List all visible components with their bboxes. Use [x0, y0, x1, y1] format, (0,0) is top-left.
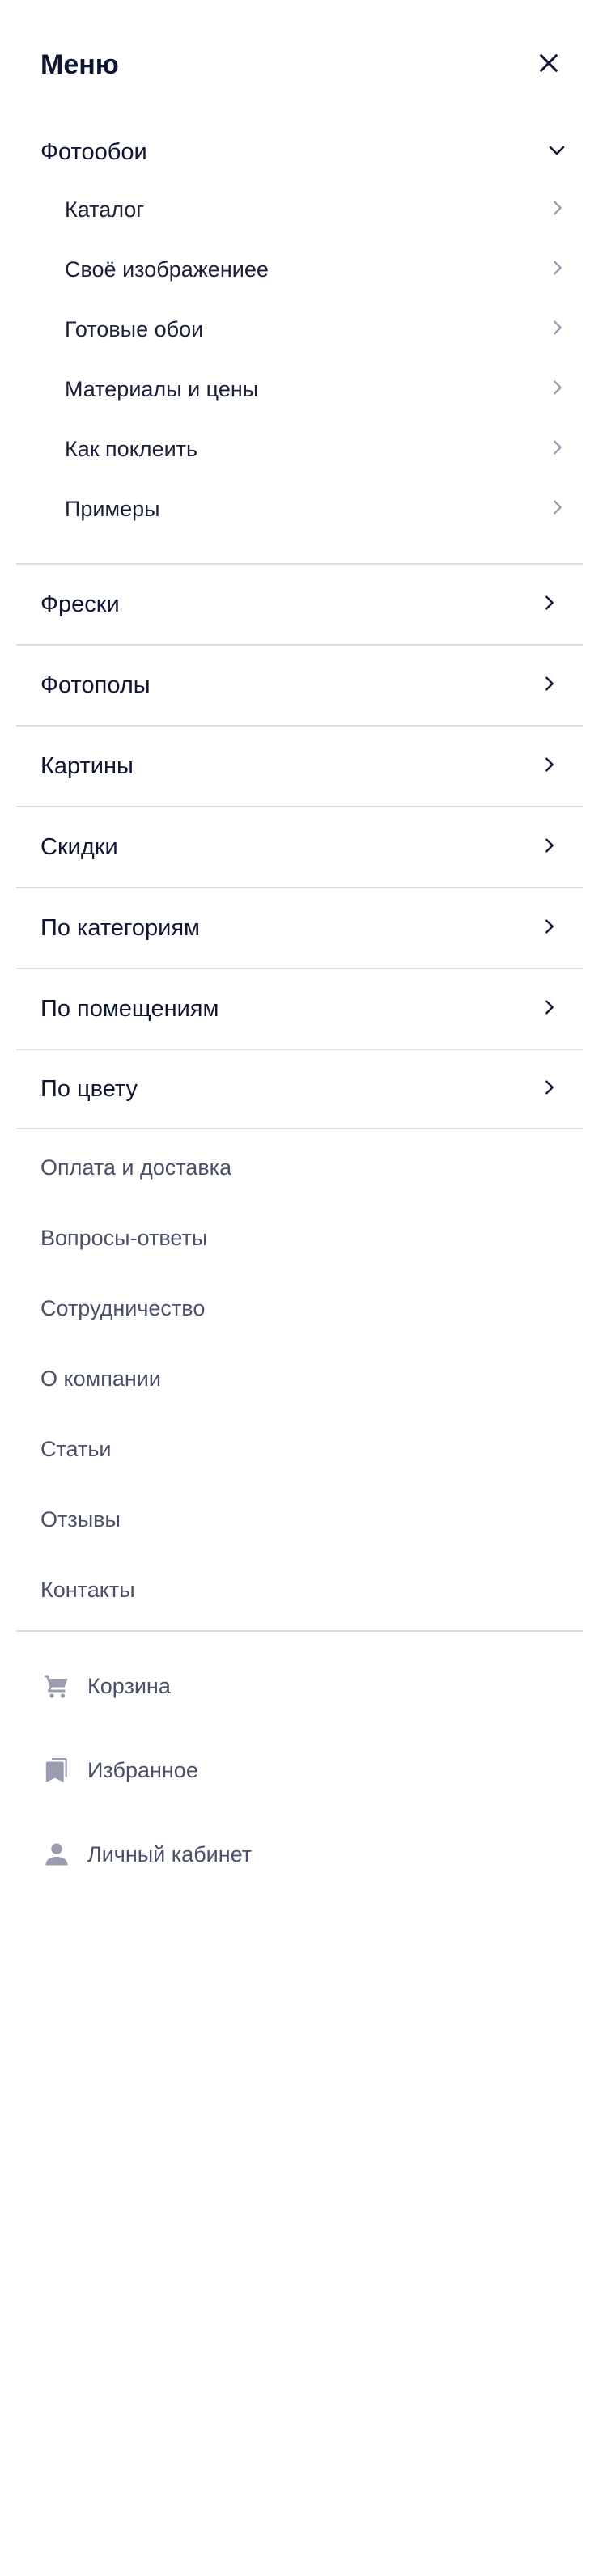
account-link-cart[interactable]: Корзина — [40, 1644, 567, 1728]
account-link-label: Личный кабинет — [87, 1841, 253, 1866]
category-item-label: По помещениям — [40, 995, 219, 1022]
submenu-item-examples[interactable]: Примеры — [65, 479, 567, 539]
chevron-right-icon — [549, 199, 567, 221]
submenu-item-label: Как поклеить — [65, 436, 198, 461]
category-item-label: Фотополы — [40, 672, 151, 698]
photowallpaper-submenu: Каталог Своё изображениее Готовые обои М… — [65, 180, 567, 539]
submenu-item-label: Примеры — [65, 496, 160, 521]
info-links: Оплата и доставка Вопросы-ответы Сотрудн… — [40, 1133, 567, 1625]
submenu-item-label: Готовые обои — [65, 316, 204, 341]
bookmark-icon — [40, 1754, 73, 1786]
category-item-discounts[interactable]: Скидки — [16, 806, 583, 887]
mobile-menu: Меню Фотообои Каталог Своё изображениее — [0, 0, 607, 2576]
chevron-right-icon — [541, 1078, 558, 1100]
chevron-right-icon — [549, 379, 567, 400]
category-item-paintings[interactable]: Картины — [16, 725, 583, 806]
close-icon — [540, 54, 558, 72]
chevron-right-icon — [549, 319, 567, 341]
account-link-label: Избранное — [87, 1757, 198, 1782]
user-icon — [40, 1838, 73, 1871]
category-item-frescoes[interactable]: Фрески — [16, 563, 583, 644]
info-link-faq[interactable]: Вопросы-ответы — [40, 1203, 567, 1273]
category-item-by-room[interactable]: По помещениям — [16, 968, 583, 1049]
submenu-item-catalog[interactable]: Каталог — [65, 180, 567, 239]
category-item-by-category[interactable]: По категориям — [16, 887, 583, 968]
chevron-right-icon — [541, 756, 558, 777]
close-button[interactable] — [526, 40, 571, 86]
info-link-articles[interactable]: Статьи — [40, 1414, 567, 1485]
section-photowallpaper-label: Фотообои — [40, 138, 147, 165]
menu-header: Меню — [0, 0, 607, 134]
section-photowallpaper[interactable]: Фотообои — [40, 129, 567, 175]
submenu-item-own-image[interactable]: Своё изображениее — [65, 239, 567, 299]
menu-title: Меню — [40, 49, 119, 80]
info-link-about[interactable]: О компании — [40, 1344, 567, 1414]
account-link-profile[interactable]: Личный кабинет — [40, 1812, 567, 1896]
category-item-label: По цвету — [40, 1075, 138, 1102]
submenu-item-materials[interactable]: Материалы и цены — [65, 359, 567, 419]
account-link-label: Корзина — [87, 1673, 171, 1698]
chevron-right-icon — [549, 439, 567, 460]
category-item-label: Скидки — [40, 833, 118, 860]
category-item-by-color[interactable]: По цвету — [16, 1049, 583, 1129]
category-item-photofloors[interactable]: Фотополы — [16, 644, 583, 725]
category-item-label: Фрески — [40, 591, 120, 617]
chevron-right-icon — [541, 917, 558, 939]
category-item-label: По категориям — [40, 914, 200, 941]
chevron-right-icon — [549, 498, 567, 520]
chevron-right-icon — [541, 837, 558, 858]
submenu-item-how-to[interactable]: Как поклеить — [65, 419, 567, 479]
info-link-reviews[interactable]: Отзывы — [40, 1485, 567, 1555]
submenu-item-label: Материалы и цены — [65, 376, 259, 401]
account-link-favorites[interactable]: Избранное — [40, 1728, 567, 1812]
category-list: Фрески Фотополы Картины Скидки По катего… — [16, 563, 583, 1129]
cart-icon — [40, 1670, 73, 1702]
info-link-contacts[interactable]: Контакты — [40, 1555, 567, 1625]
divider — [16, 1630, 583, 1632]
submenu-item-ready-wallpaper[interactable]: Готовые обои — [65, 299, 567, 359]
chevron-right-icon — [541, 675, 558, 697]
chevron-right-icon — [541, 998, 558, 1020]
chevron-right-icon — [549, 259, 567, 281]
info-link-payment-delivery[interactable]: Оплата и доставка — [40, 1133, 567, 1203]
submenu-item-label: Своё изображениее — [65, 256, 269, 282]
info-link-partnership[interactable]: Сотрудничество — [40, 1273, 567, 1344]
category-item-label: Картины — [40, 752, 134, 779]
chevron-down-icon — [547, 141, 567, 164]
chevron-right-icon — [541, 594, 558, 616]
submenu-item-label: Каталог — [65, 197, 145, 222]
account-links: Корзина Избранное Личный кабинет — [40, 1644, 567, 1896]
